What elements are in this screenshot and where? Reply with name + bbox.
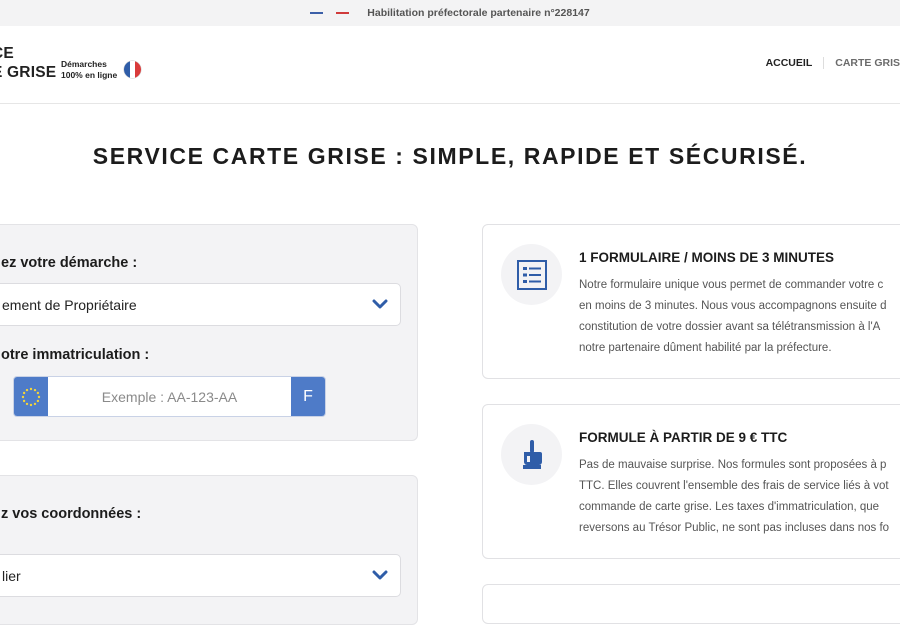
card-line: Notre formulaire unique vous permet de c… bbox=[579, 279, 884, 291]
form-list-icon bbox=[501, 244, 562, 305]
card-body: Notre formulaire unique vous permet de c… bbox=[579, 275, 900, 359]
card-line: reversons au Trésor Public, ne sont pas … bbox=[579, 522, 890, 534]
hand-ok-icon bbox=[501, 424, 562, 485]
coordonnees-label: z vos coordonnées : bbox=[1, 506, 142, 522]
logo-tagline: Démarches 100% en ligne bbox=[61, 59, 117, 81]
card-line: TTC. Elles couvrent l'ensemble des frais… bbox=[579, 480, 889, 492]
chevron-down-icon bbox=[372, 299, 388, 309]
logo-line-1: CE bbox=[0, 45, 14, 62]
feature-card-formulaire: 1 FORMULAIRE / MOINS DE 3 MINUTES Notre … bbox=[482, 224, 900, 379]
chevron-down-icon bbox=[372, 570, 388, 580]
demarche-label: ez votre démarche : bbox=[1, 255, 138, 271]
tagline-line-2: 100% en ligne bbox=[61, 70, 118, 80]
demarche-panel: ez votre démarche : ement de Propriétair… bbox=[0, 224, 418, 441]
feature-card-3 bbox=[482, 584, 900, 624]
page-title: SERVICE CARTE GRISE : SIMPLE, RAPIDE ET … bbox=[92, 143, 808, 169]
partner-banner: Habilitation préfectorale partenaire n°2… bbox=[0, 0, 900, 26]
card-body: Pas de mauvaise surprise. Nos formules s… bbox=[579, 455, 900, 539]
card-line: Pas de mauvaise surprise. Nos formules s… bbox=[579, 459, 887, 471]
logo-line-2: E GRISE bbox=[0, 64, 57, 81]
nav-accueil[interactable]: ACCUEIL bbox=[755, 57, 824, 69]
plate-field: F bbox=[13, 376, 326, 417]
feature-card-formule: FORMULE À PARTIR DE 9 € TTC Pas de mauva… bbox=[482, 404, 900, 559]
plate-country-code: F bbox=[291, 377, 325, 416]
coordonnees-value: lier bbox=[2, 567, 21, 584]
tagline-line-1: Démarches bbox=[61, 59, 107, 69]
card-line: en moins de 3 minutes. Nous vous accompa… bbox=[579, 300, 887, 312]
nav-carte-grise[interactable]: CARTE GRIS bbox=[823, 57, 900, 69]
flag-stripes-icon bbox=[310, 11, 355, 15]
demarche-select[interactable]: ement de Propriétaire bbox=[0, 283, 401, 326]
demarche-value: ement de Propriétaire bbox=[2, 296, 137, 313]
card-line: notre partenaire dûment habilité par la … bbox=[579, 342, 832, 354]
partner-text: Habilitation préfectorale partenaire n°2… bbox=[367, 7, 590, 19]
card-title: FORMULE À PARTIR DE 9 € TTC bbox=[579, 430, 788, 445]
card-title: 1 FORMULAIRE / MOINS DE 3 MINUTES bbox=[579, 250, 835, 265]
french-flag-icon bbox=[124, 61, 141, 78]
immat-label: otre immatriculation : bbox=[1, 347, 150, 363]
coordonnees-panel: z vos coordonnées : lier bbox=[0, 475, 418, 625]
immatriculation-input[interactable] bbox=[48, 377, 291, 416]
site-header: CE E GRISE Démarches 100% en ligne ACCUE… bbox=[0, 26, 900, 104]
main-nav: ACCUEIL CARTE GRIS bbox=[755, 57, 900, 69]
eu-stars-icon bbox=[14, 377, 48, 416]
site-logo[interactable]: CE E GRISE bbox=[0, 44, 56, 82]
card-line: constitution de votre dossier avant sa t… bbox=[579, 321, 881, 333]
coordonnees-select[interactable]: lier bbox=[0, 554, 401, 597]
card-line: commande de carte grise. Les taxes d'imm… bbox=[579, 501, 880, 513]
